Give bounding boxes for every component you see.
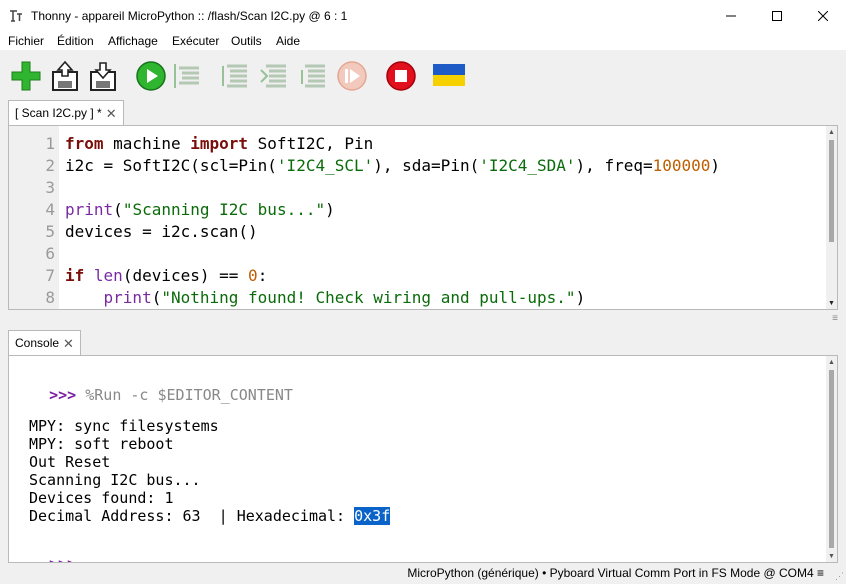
code-line: if len(devices) == 0: <box>65 266 268 285</box>
shell-input-line[interactable]: >>> <box>13 537 76 562</box>
minimize-icon <box>726 15 736 17</box>
save-file-icon[interactable] <box>87 60 119 92</box>
splitter-grip-icon: ≡ <box>832 313 838 324</box>
menu-affichage[interactable]: Affichage <box>108 34 158 48</box>
step-out-icon[interactable] <box>298 60 330 92</box>
menu-executer[interactable]: Exécuter <box>172 34 219 48</box>
shell-console[interactable]: >>> %Run -c $EDITOR_CONTENT MPY: sync fi… <box>8 355 838 563</box>
debug-icon[interactable] <box>172 60 204 92</box>
console-output-line: Out Reset <box>29 453 111 471</box>
maximize-icon <box>772 11 782 21</box>
close-tab-icon[interactable]: ✕ <box>106 107 117 120</box>
code-line: from machine import SoftI2C, Pin <box>65 134 374 153</box>
menu-aide[interactable]: Aide <box>276 34 300 48</box>
editor-scrollbar[interactable]: ▲ ▼ <box>826 126 837 309</box>
line-number: 3 <box>45 178 55 197</box>
tab-scan-i2c[interactable]: [ Scan I2C.py ] * ✕ <box>8 100 124 125</box>
close-icon <box>818 11 828 21</box>
tab-label: [ Scan I2C.py ] * <box>15 106 102 120</box>
status-bar: MicroPython (générique) • Pyboard Virtua… <box>0 563 846 584</box>
selected-text: 0x3f <box>354 507 391 525</box>
maximize-button[interactable] <box>754 0 800 32</box>
editor-tab-bar: [ Scan I2C.py ] * ✕ <box>0 100 846 125</box>
ukraine-flag-icon[interactable] <box>433 64 465 86</box>
line-number-gutter: 1 2 3 4 5 6 7 8 <box>9 126 59 309</box>
minimize-button[interactable] <box>708 0 754 32</box>
console-output-line: Devices found: 1 <box>29 489 174 507</box>
line-number: 4 <box>45 200 55 219</box>
scrollbar-thumb[interactable] <box>829 140 834 242</box>
shell-prompt: >>> <box>49 386 77 404</box>
open-file-icon[interactable] <box>49 60 81 92</box>
title-bar: Thonny - appareil MicroPython :: /flash/… <box>0 0 846 32</box>
window-title: Thonny - appareil MicroPython :: /flash/… <box>31 9 348 23</box>
line-number: 8 <box>45 288 55 307</box>
thonny-logo-icon <box>10 10 22 22</box>
new-file-icon[interactable] <box>10 60 42 92</box>
scroll-up-icon[interactable]: ▲ <box>828 359 835 366</box>
step-into-icon[interactable] <box>259 60 291 92</box>
line-number: 2 <box>45 156 55 175</box>
resume-icon[interactable] <box>336 60 368 92</box>
step-over-icon[interactable] <box>220 60 252 92</box>
stop-icon[interactable] <box>385 60 417 92</box>
close-tab-icon[interactable]: ✕ <box>63 337 74 350</box>
console-tab-bar: Console ✕ <box>0 330 846 355</box>
tab-console[interactable]: Console ✕ <box>8 330 81 355</box>
menu-edition[interactable]: Édition <box>57 34 94 48</box>
line-number: 5 <box>45 222 55 241</box>
console-output-line: Scanning I2C bus... <box>29 471 201 489</box>
toolbar <box>0 50 846 100</box>
scrollbar-thumb[interactable] <box>829 370 834 548</box>
console-scrollbar[interactable]: ▲ ▼ <box>826 356 837 562</box>
interpreter-status[interactable]: MicroPython (générique) • Pyboard Virtua… <box>407 566 824 580</box>
menu-bar: Fichier Édition Affichage Exécuter Outil… <box>0 32 846 50</box>
code-line: print("Scanning I2C bus...") <box>65 200 335 219</box>
run-command: %Run -c $EDITOR_CONTENT <box>85 386 293 404</box>
pane-splitter[interactable]: ≡ <box>0 310 846 330</box>
scroll-down-icon[interactable]: ▼ <box>828 553 835 560</box>
scroll-down-icon[interactable]: ▼ <box>828 300 835 307</box>
code-editor[interactable]: 1 2 3 4 5 6 7 8 from machine import Soft… <box>8 125 838 310</box>
resize-grip-icon[interactable]: ⋰ <box>835 571 844 582</box>
console-output-line: MPY: sync filesystems <box>29 417 219 435</box>
address-text: Decimal Address: 63 | Hexadecimal: <box>29 507 355 525</box>
code-line: print("Nothing found! Check wiring and p… <box>103 288 586 307</box>
tab-label: Console <box>15 336 60 350</box>
line-number: 7 <box>45 266 55 285</box>
console-output-line: MPY: soft reboot <box>29 435 174 453</box>
line-number: 1 <box>45 134 55 153</box>
scroll-up-icon[interactable]: ▲ <box>828 129 835 136</box>
menu-fichier[interactable]: Fichier <box>8 34 44 48</box>
code-line: i2c = SoftI2C(scl=Pin('I2C4_SCL'), sda=P… <box>65 156 721 175</box>
run-icon[interactable] <box>135 60 167 92</box>
close-button[interactable] <box>800 0 846 32</box>
run-command-line: >>> %Run -c $EDITOR_CONTENT <box>13 368 293 422</box>
console-output-line: Decimal Address: 63 | Hexadecimal: 0x3f <box>29 507 391 525</box>
menu-outils[interactable]: Outils <box>231 34 262 48</box>
shell-prompt: >>> <box>49 555 76 562</box>
line-number: 6 <box>45 244 55 263</box>
code-line: devices = i2c.scan() <box>65 222 258 241</box>
